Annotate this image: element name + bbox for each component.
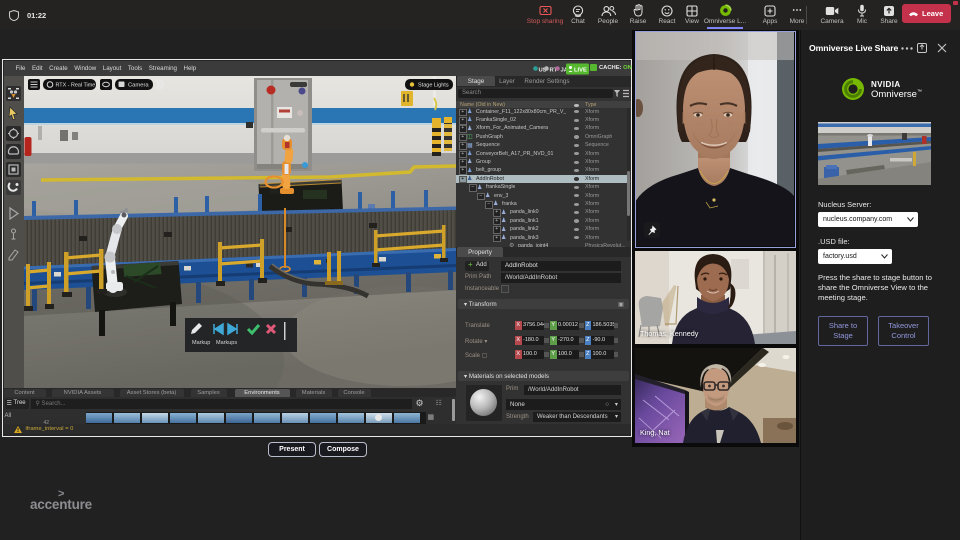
svg-text:Markups: Markups bbox=[216, 340, 237, 346]
svg-text:Camera: Camera bbox=[128, 83, 149, 89]
svg-text:Markup: Markup bbox=[192, 340, 210, 346]
svg-text:LIVE: LIVE bbox=[574, 67, 587, 73]
svg-text:Stage Lights: Stage Lights bbox=[418, 83, 449, 89]
svg-text:RTX - Real Time: RTX - Real Time bbox=[55, 83, 95, 89]
